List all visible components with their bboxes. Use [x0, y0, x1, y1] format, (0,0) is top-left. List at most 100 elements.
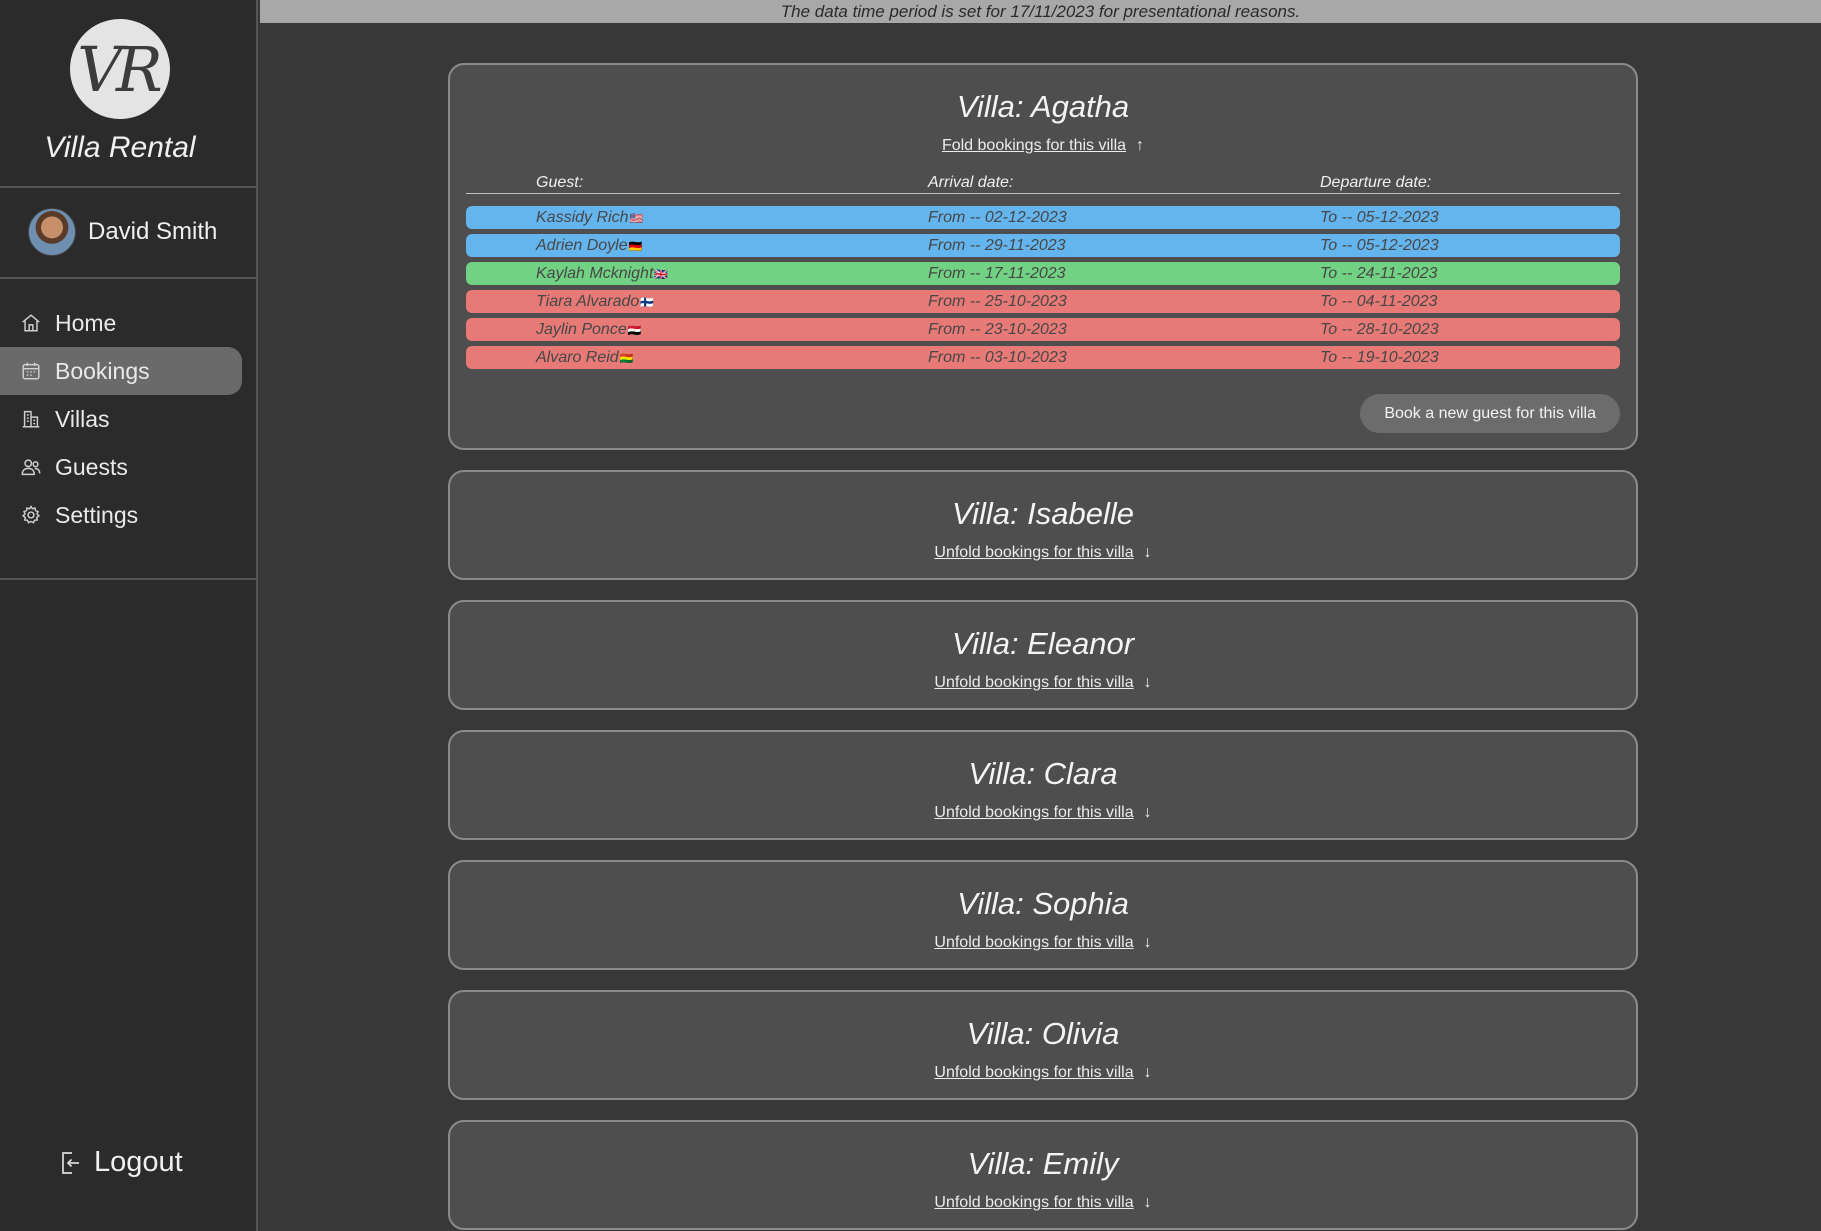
booking-guest: Alvaro Reid	[536, 349, 619, 366]
booking-departure: To -- 05-12-2023	[1320, 237, 1439, 254]
calendar-icon	[20, 360, 42, 382]
sidebar-item-label: Villas	[55, 405, 110, 432]
villa-list: Villa: Agatha Fold bookings for this vil…	[448, 63, 1638, 1231]
flag-icon: 🇪🇬	[627, 325, 642, 337]
booking-arrival: From -- 23-10-2023	[928, 321, 1067, 338]
booking-departure: To -- 24-11-2023	[1320, 265, 1438, 282]
booking-departure: To -- 28-10-2023	[1320, 321, 1439, 338]
column-header-guest: Guest:	[536, 174, 584, 191]
data-period-notice: The data time period is set for 17/11/20…	[260, 0, 1821, 23]
villa-card-isabelle: Villa: Isabelle Unfold bookings for this…	[448, 470, 1638, 580]
villa-name: Villa: Sophia	[957, 886, 1129, 921]
booking-departure: To -- 05-12-2023	[1320, 209, 1439, 226]
booking-row[interactable]: Kassidy Rich🇺🇸 From -- 02-12-2023 To -- …	[466, 206, 1620, 229]
unfold-bookings-link[interactable]: Unfold bookings for this villa ↓	[450, 1194, 1636, 1212]
booking-arrival: From -- 17-11-2023	[928, 265, 1066, 282]
booking-guest: Kaylah Mcknight	[536, 265, 654, 282]
sidebar-divider	[0, 578, 258, 580]
villa-name: Villa: Agatha	[956, 89, 1130, 124]
gear-icon	[20, 504, 42, 526]
arrow-up-icon: ↑	[1136, 137, 1145, 154]
villa-card-emily: Villa: Emily Unfold bookings for this vi…	[448, 1120, 1638, 1230]
sidebar: VR Villa Rental David Smith Home Booking…	[0, 0, 258, 1231]
unfold-bookings-link[interactable]: Unfold bookings for this villa ↓	[450, 544, 1636, 562]
arrow-down-icon: ↓	[1143, 1064, 1152, 1081]
app-logo: VR	[70, 19, 170, 119]
villa-card-olivia: Villa: Olivia Unfold bookings for this v…	[448, 990, 1638, 1100]
booking-guest: Jaylin Ponce	[536, 321, 627, 338]
arrow-down-icon: ↓	[1143, 934, 1152, 951]
unfold-bookings-label: Unfold bookings for this villa	[934, 804, 1134, 821]
sidebar-divider	[0, 186, 258, 188]
booking-arrival: From -- 02-12-2023	[928, 209, 1067, 226]
bookings-rows: Kassidy Rich🇺🇸 From -- 02-12-2023 To -- …	[466, 206, 1620, 369]
sidebar-nav: Home Bookings Villas Guests Settings	[0, 299, 258, 539]
booking-row[interactable]: Adrien Doyle🇩🇪 From -- 29-11-2023 To -- …	[466, 234, 1620, 257]
villa-card-sophia: Villa: Sophia Unfold bookings for this v…	[448, 860, 1638, 970]
avatar	[28, 208, 76, 256]
user-name: David Smith	[88, 218, 218, 245]
logout-icon	[62, 1151, 79, 1174]
sidebar-item-villas[interactable]: Villas	[0, 395, 242, 443]
booking-guest: Kassidy Rich	[536, 209, 629, 226]
sidebar-item-guests[interactable]: Guests	[0, 443, 242, 491]
villa-name: Villa: Olivia	[966, 1016, 1120, 1051]
unfold-bookings-label: Unfold bookings for this villa	[934, 544, 1134, 561]
villa-name: Villa: Eleanor	[951, 626, 1135, 661]
flag-icon: 🇫🇮	[640, 297, 655, 309]
flag-icon: 🇺🇸	[629, 213, 644, 225]
unfold-bookings-label: Unfold bookings for this villa	[934, 1064, 1134, 1081]
fold-bookings-label: Fold bookings for this villa	[941, 137, 1127, 154]
unfold-bookings-link[interactable]: Unfold bookings for this villa ↓	[450, 674, 1636, 692]
villa-card-clara: Villa: Clara Unfold bookings for this vi…	[448, 730, 1638, 840]
sidebar-item-home[interactable]: Home	[0, 299, 242, 347]
unfold-bookings-link[interactable]: Unfold bookings for this villa ↓	[450, 804, 1636, 822]
user-profile[interactable]: David Smith	[28, 208, 217, 256]
villa-name: Villa: Isabelle	[951, 496, 1135, 531]
unfold-bookings-label: Unfold bookings for this villa	[934, 1194, 1134, 1211]
book-new-guest-button[interactable]: Book a new guest for this villa	[1360, 394, 1620, 433]
booking-arrival: From -- 29-11-2023	[928, 237, 1066, 254]
booking-row[interactable]: Alvaro Reid🇧🇴 From -- 03-10-2023 To -- 1…	[466, 346, 1620, 369]
villa-name: Villa: Emily	[967, 1146, 1119, 1181]
booking-guest: Tiara Alvarado	[536, 293, 640, 310]
home-icon	[20, 312, 42, 334]
flag-icon: 🇩🇪	[628, 241, 643, 253]
unfold-bookings-link[interactable]: Unfold bookings for this villa ↓	[450, 934, 1636, 952]
sidebar-item-label: Guests	[55, 453, 128, 480]
villa-card-agatha: Villa: Agatha Fold bookings for this vil…	[448, 63, 1638, 450]
column-header-arrival: Arrival date:	[928, 174, 1014, 191]
booking-row[interactable]: Kaylah Mcknight🇬🇧 From -- 17-11-2023 To …	[466, 262, 1620, 285]
app-title: Villa Rental	[44, 131, 196, 164]
logout-button[interactable]: Logout	[58, 1146, 183, 1179]
bookings-header: Guest: Arrival date: Departure date:	[466, 172, 1620, 194]
booking-row[interactable]: Tiara Alvarado🇫🇮 From -- 25-10-2023 To -…	[466, 290, 1620, 313]
unfold-bookings-link[interactable]: Unfold bookings for this villa ↓	[450, 1064, 1636, 1082]
booking-arrival: From -- 25-10-2023	[928, 293, 1067, 310]
arrow-down-icon: ↓	[1143, 674, 1152, 691]
arrow-down-icon: ↓	[1143, 804, 1152, 821]
sidebar-item-bookings[interactable]: Bookings	[0, 347, 242, 395]
arrow-down-icon: ↓	[1143, 1194, 1152, 1211]
sidebar-item-settings[interactable]: Settings	[0, 491, 242, 539]
column-header-departure: Departure date:	[1320, 174, 1432, 191]
villa-card-eleanor: Villa: Eleanor Unfold bookings for this …	[448, 600, 1638, 710]
flag-icon: 🇧🇴	[619, 353, 634, 365]
booking-row[interactable]: Jaylin Ponce🇪🇬 From -- 23-10-2023 To -- …	[466, 318, 1620, 341]
booking-departure: To -- 19-10-2023	[1320, 349, 1439, 366]
logout-label: Logout	[94, 1146, 183, 1178]
booking-arrival: From -- 03-10-2023	[928, 349, 1067, 366]
users-icon	[20, 456, 42, 478]
flag-icon: 🇬🇧	[654, 269, 669, 281]
sidebar-item-label: Bookings	[55, 357, 150, 384]
bookings-table: Guest: Arrival date: Departure date: Kas…	[466, 172, 1620, 374]
sidebar-item-label: Home	[55, 309, 117, 336]
fold-bookings-link[interactable]: Fold bookings for this villa ↑	[450, 137, 1636, 155]
booking-departure: To -- 04-11-2023	[1320, 293, 1438, 310]
unfold-bookings-label: Unfold bookings for this villa	[934, 934, 1134, 951]
arrow-down-icon: ↓	[1143, 544, 1152, 561]
building-icon	[20, 408, 42, 430]
sidebar-divider	[0, 277, 258, 279]
booking-guest: Adrien Doyle	[536, 237, 628, 254]
unfold-bookings-label: Unfold bookings for this villa	[934, 674, 1134, 691]
